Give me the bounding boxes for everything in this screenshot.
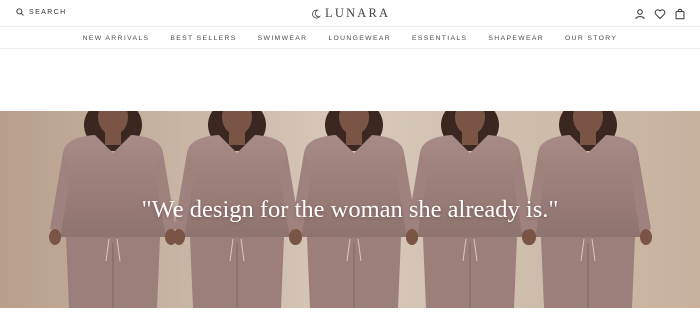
nav-item-essentials[interactable]: ESSENTIALS bbox=[401, 35, 477, 42]
wishlist-button[interactable] bbox=[654, 7, 666, 20]
nav-item-swimwear[interactable]: SWIMWEAR bbox=[247, 35, 318, 42]
brand-name: LUNARA bbox=[325, 6, 391, 20]
search-button[interactable]: SEARCH bbox=[16, 8, 67, 16]
search-icon bbox=[16, 8, 24, 16]
account-button[interactable] bbox=[634, 7, 646, 20]
moon-logo-icon bbox=[312, 9, 321, 18]
heart-icon bbox=[654, 9, 666, 20]
site-header: SEARCH LUNARA bbox=[0, 0, 700, 27]
nav-item-shapewear[interactable]: SHAPEWEAR bbox=[478, 35, 555, 42]
account-icon bbox=[635, 9, 645, 20]
nav-item-loungewear[interactable]: LOUNGEWEAR bbox=[318, 35, 402, 42]
nav-item-our-story[interactable]: OUR STORY bbox=[555, 35, 628, 42]
brand-logo[interactable]: LUNARA bbox=[311, 6, 390, 21]
cart-button[interactable] bbox=[674, 7, 686, 20]
hero-photo bbox=[0, 111, 700, 308]
hero-banner: "We design for the woman she already is.… bbox=[0, 111, 700, 308]
search-label: SEARCH bbox=[29, 8, 67, 16]
nav-item-best-sellers[interactable]: BEST SELLERS bbox=[160, 35, 247, 42]
main-nav: NEW ARRIVALS BEST SELLERS SWIMWEAR LOUNG… bbox=[0, 28, 700, 49]
nav-item-new-arrivals[interactable]: NEW ARRIVALS bbox=[72, 35, 160, 42]
cart-icon bbox=[675, 8, 685, 20]
